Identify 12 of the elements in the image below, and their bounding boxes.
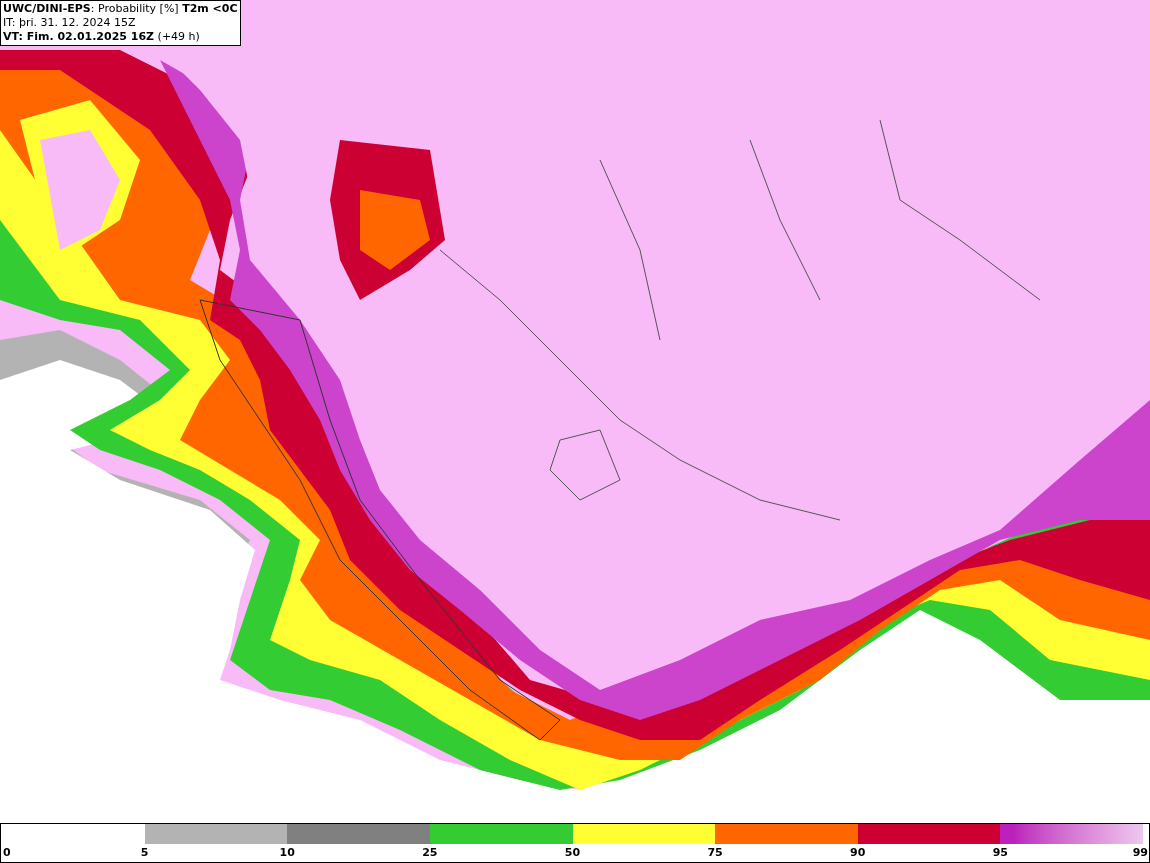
legend-tick-label: 5 [140,846,149,860]
legend-tick-label: 90 [850,846,866,860]
legend-tick-label: 50 [564,846,581,860]
legend-tick-label: 99 [1132,846,1148,860]
legend-tick-label: 25 [422,846,438,860]
legend-tick-label: 75 [707,846,723,860]
map-title-line: VT: Fim. 02.01.2025 16Z (+49 h) [3,30,201,44]
map-title-line: UWC/DINI-EPS: Probability [%] T2m <0C [3,2,238,16]
legend-tick-label: 95 [992,846,1009,860]
legend-tick-label: 10 [279,846,295,860]
legend-tick-label: 0 [3,846,11,860]
map-title-line: IT: þri. 31. 12. 2024 15Z [3,16,137,30]
